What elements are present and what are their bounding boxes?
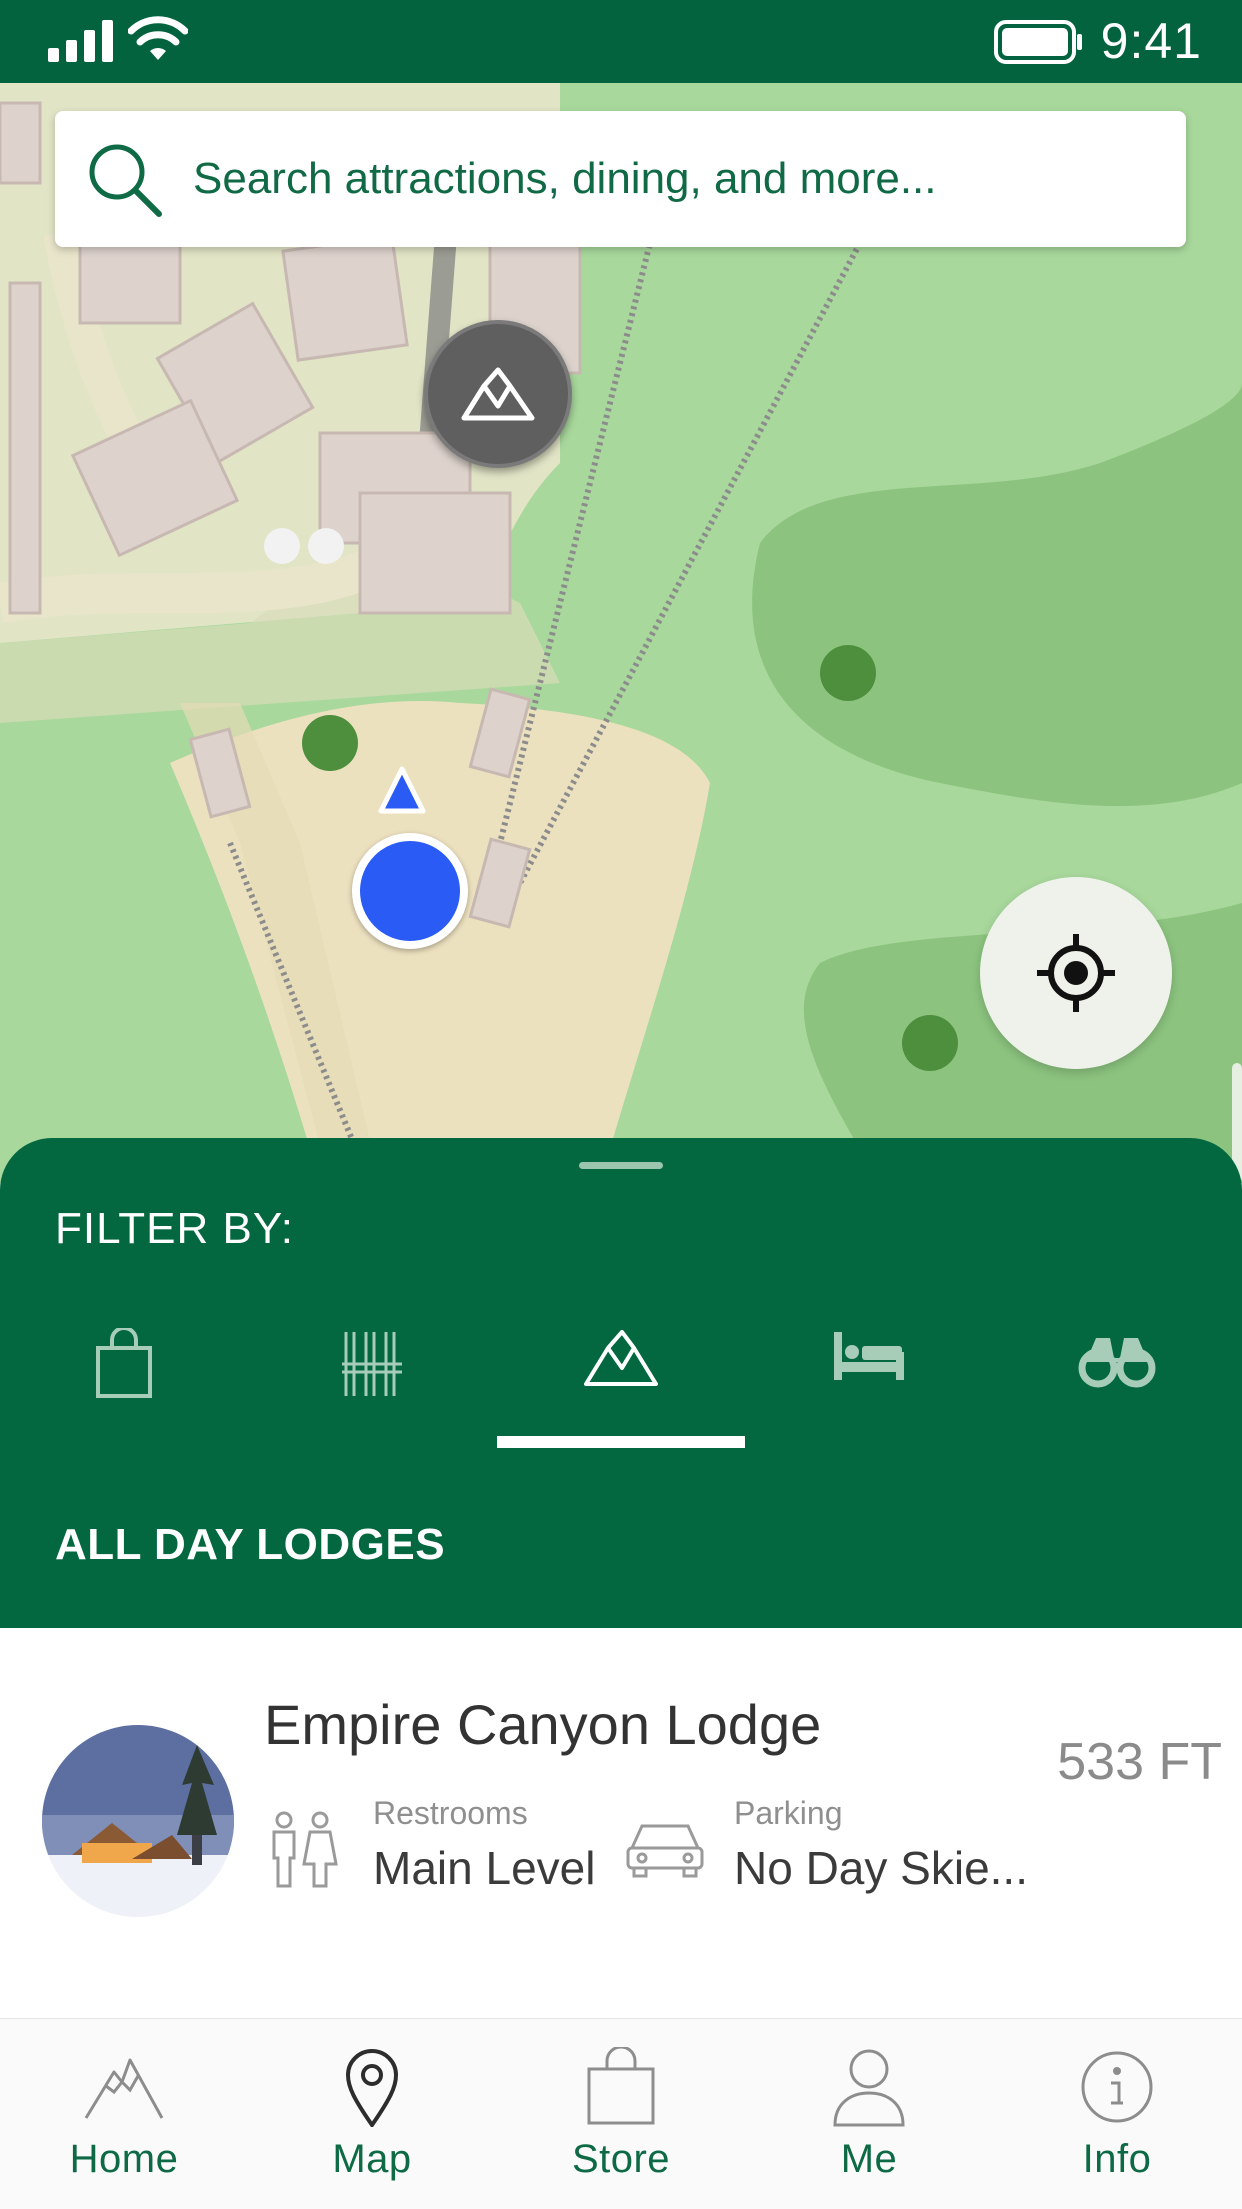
lodge-icon (461, 367, 535, 421)
nav-map[interactable]: Map (248, 2019, 496, 2209)
bottom-nav: Home Map Store Me Info (0, 2018, 1242, 2209)
filter-by-label: FILTER BY: (55, 1204, 295, 1253)
lodge-name: Empire Canyon Lodge (264, 1693, 822, 1756)
filter-sheet[interactable]: FILTER BY: ALL DAY LODGES (0, 1138, 1242, 1628)
lodge-list: Empire Canyon Lodge 533 FT Restrooms Mai… (0, 1628, 1242, 2018)
search-bar[interactable]: Search attractions, dining, and more... (55, 111, 1186, 247)
nav-map-label: Map (332, 2137, 412, 2181)
mountain-icon (84, 2045, 164, 2129)
restrooms-value: Main Level (373, 1842, 596, 1894)
filter-tab-shopping[interactable] (0, 1328, 248, 1448)
lodge-icon (584, 1330, 658, 1386)
shopping-bag-icon (96, 1328, 152, 1398)
nav-me[interactable]: Me (745, 2019, 993, 2209)
restroom-icon (272, 1811, 338, 1888)
map-pin-icon (344, 2045, 400, 2129)
user-location-dot (352, 833, 468, 949)
parking-value: No Day Skie... (734, 1842, 1028, 1894)
locate-me-button[interactable] (980, 877, 1172, 1069)
search-icon (79, 134, 169, 224)
filter-tab-lodges[interactable] (497, 1328, 745, 1448)
status-bar: 9:41 (0, 0, 1242, 83)
nav-me-label: Me (840, 2137, 898, 2181)
lodge-map-marker[interactable] (424, 320, 572, 468)
search-input[interactable]: Search attractions, dining, and more... (193, 154, 937, 204)
list-item[interactable]: Empire Canyon Lodge 533 FT Restrooms Mai… (0, 1628, 1242, 2008)
info-icon (1079, 2045, 1155, 2129)
filter-tab-sightseeing[interactable] (993, 1328, 1241, 1448)
bed-icon (834, 1332, 904, 1380)
nav-home-label: Home (69, 2137, 179, 2181)
nav-store[interactable]: Store (497, 2019, 745, 2209)
shopping-bag-icon (585, 2045, 657, 2129)
binoculars-icon (1078, 1338, 1156, 1388)
wifi-icon (128, 16, 188, 60)
restrooms-label: Restrooms (373, 1795, 528, 1831)
person-icon (833, 2045, 905, 2129)
sheet-drag-handle[interactable] (579, 1162, 663, 1169)
section-title: ALL DAY LODGES (55, 1520, 446, 1569)
nav-home[interactable]: Home (0, 2019, 248, 2209)
nav-info-label: Info (1082, 2137, 1152, 2181)
nav-store-label: Store (571, 2137, 671, 2181)
filter-tab-lodging[interactable] (745, 1328, 993, 1448)
heading-indicator-icon (378, 766, 426, 814)
cellular-signal-icon (48, 20, 113, 62)
status-time: 9:41 (1100, 13, 1202, 69)
lodge-thumbnail (42, 1725, 234, 1917)
nav-info[interactable]: Info (993, 2019, 1241, 2209)
filter-tab-rentals[interactable] (248, 1328, 496, 1448)
parking-label: Parking (734, 1795, 843, 1831)
ski-rental-icon (342, 1332, 402, 1396)
battery-icon (994, 20, 1082, 64)
car-icon (626, 1824, 704, 1878)
crosshair-icon (1037, 934, 1115, 1012)
lodge-distance: 533 FT (1057, 1733, 1222, 1791)
filter-tabs (0, 1328, 1242, 1448)
